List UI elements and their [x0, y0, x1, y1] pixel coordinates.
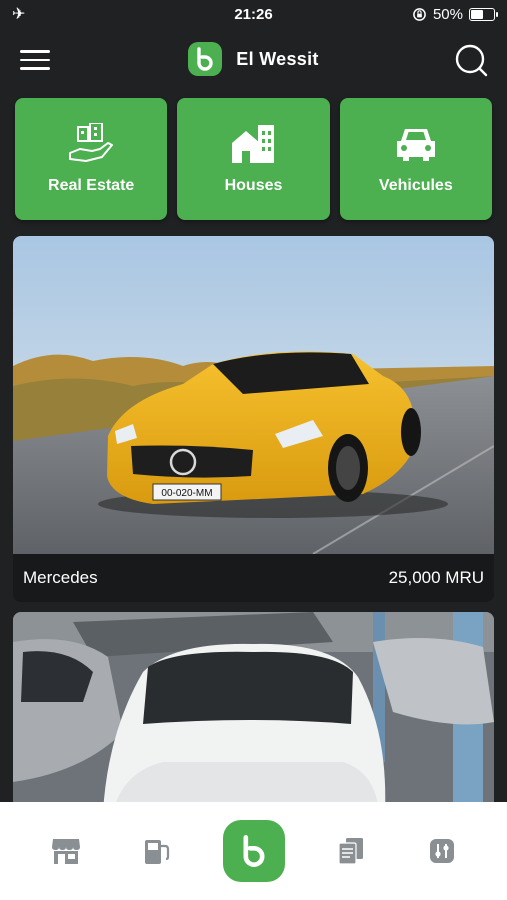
- logo-icon: [188, 42, 223, 76]
- battery-icon: [469, 7, 498, 21]
- listing-info: Mercedes 25,000 MRU: [13, 554, 494, 602]
- listing-price: 25,000 MRU: [388, 568, 484, 587]
- category-label: Houses: [224, 177, 283, 194]
- search-icon[interactable]: [455, 44, 489, 78]
- battery-fill: [471, 9, 483, 19]
- documents-icon[interactable]: [326, 826, 376, 876]
- category-real-estate[interactable]: Real Estate: [15, 98, 168, 220]
- listing-photo: [13, 612, 494, 812]
- car-icon: [396, 129, 435, 161]
- real-estate-icon: [69, 123, 114, 162]
- category-label: Vehicules: [378, 177, 453, 194]
- app-title: El Wessit: [236, 48, 319, 69]
- gas-station-icon[interactable]: [132, 826, 182, 876]
- listing-title: Mercedes: [23, 568, 98, 587]
- home-logo-icon[interactable]: [222, 820, 285, 882]
- brand: El Wessit: [0, 42, 507, 76]
- category-vehicules[interactable]: Vehicules: [339, 98, 492, 220]
- category-bar: Real Estate Houses Vehicules: [15, 98, 492, 220]
- app-header: El Wessit: [0, 36, 507, 86]
- listing-card[interactable]: 00-020-MM Mercedes 25,000 MRU: [13, 236, 494, 602]
- license-plate: 00-020-MM: [161, 488, 212, 499]
- house-icon: [232, 125, 275, 163]
- status-time: 21:26: [234, 5, 273, 23]
- listing-photo: 00-020-MM: [13, 236, 494, 554]
- settings-icon[interactable]: [417, 826, 467, 876]
- status-bar: ✈ 21:26 50%: [0, 0, 507, 28]
- category-houses[interactable]: Houses: [177, 98, 330, 220]
- listing-card[interactable]: [13, 612, 494, 812]
- bottom-nav: [0, 802, 507, 900]
- category-label: Real Estate: [48, 177, 135, 194]
- store-icon[interactable]: [41, 826, 91, 876]
